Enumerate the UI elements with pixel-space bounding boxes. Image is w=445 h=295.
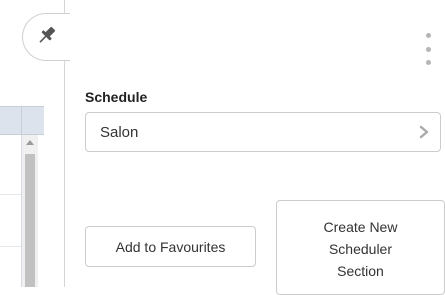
scroll-up-arrow-icon[interactable] [22, 135, 38, 149]
grid-row-divider [0, 194, 21, 195]
create-button-line: Create New [323, 219, 398, 235]
create-new-scheduler-section-button[interactable]: Create New Scheduler Section [276, 200, 445, 295]
pin-icon [36, 24, 58, 51]
add-to-favourites-button[interactable]: Add to Favourites [85, 226, 256, 267]
create-button-line: Scheduler [328, 241, 393, 257]
schedule-label: Schedule [85, 89, 148, 105]
grid-header [0, 106, 44, 136]
pin-tab-joint [64, 14, 72, 60]
chevron-right-icon [418, 125, 430, 139]
grid-header-divider [21, 107, 22, 136]
grid-row-divider [0, 246, 21, 247]
pin-button[interactable] [22, 13, 70, 61]
schedule-selected-value: Salon [100, 123, 139, 141]
background-grid [0, 106, 44, 287]
schedule-select[interactable]: Salon [85, 112, 441, 152]
scrollbar-thumb[interactable] [25, 154, 35, 287]
create-button-line: Section [337, 263, 384, 279]
grid-scrollbar[interactable] [22, 135, 38, 287]
kebab-menu-icon[interactable] [424, 33, 432, 65]
